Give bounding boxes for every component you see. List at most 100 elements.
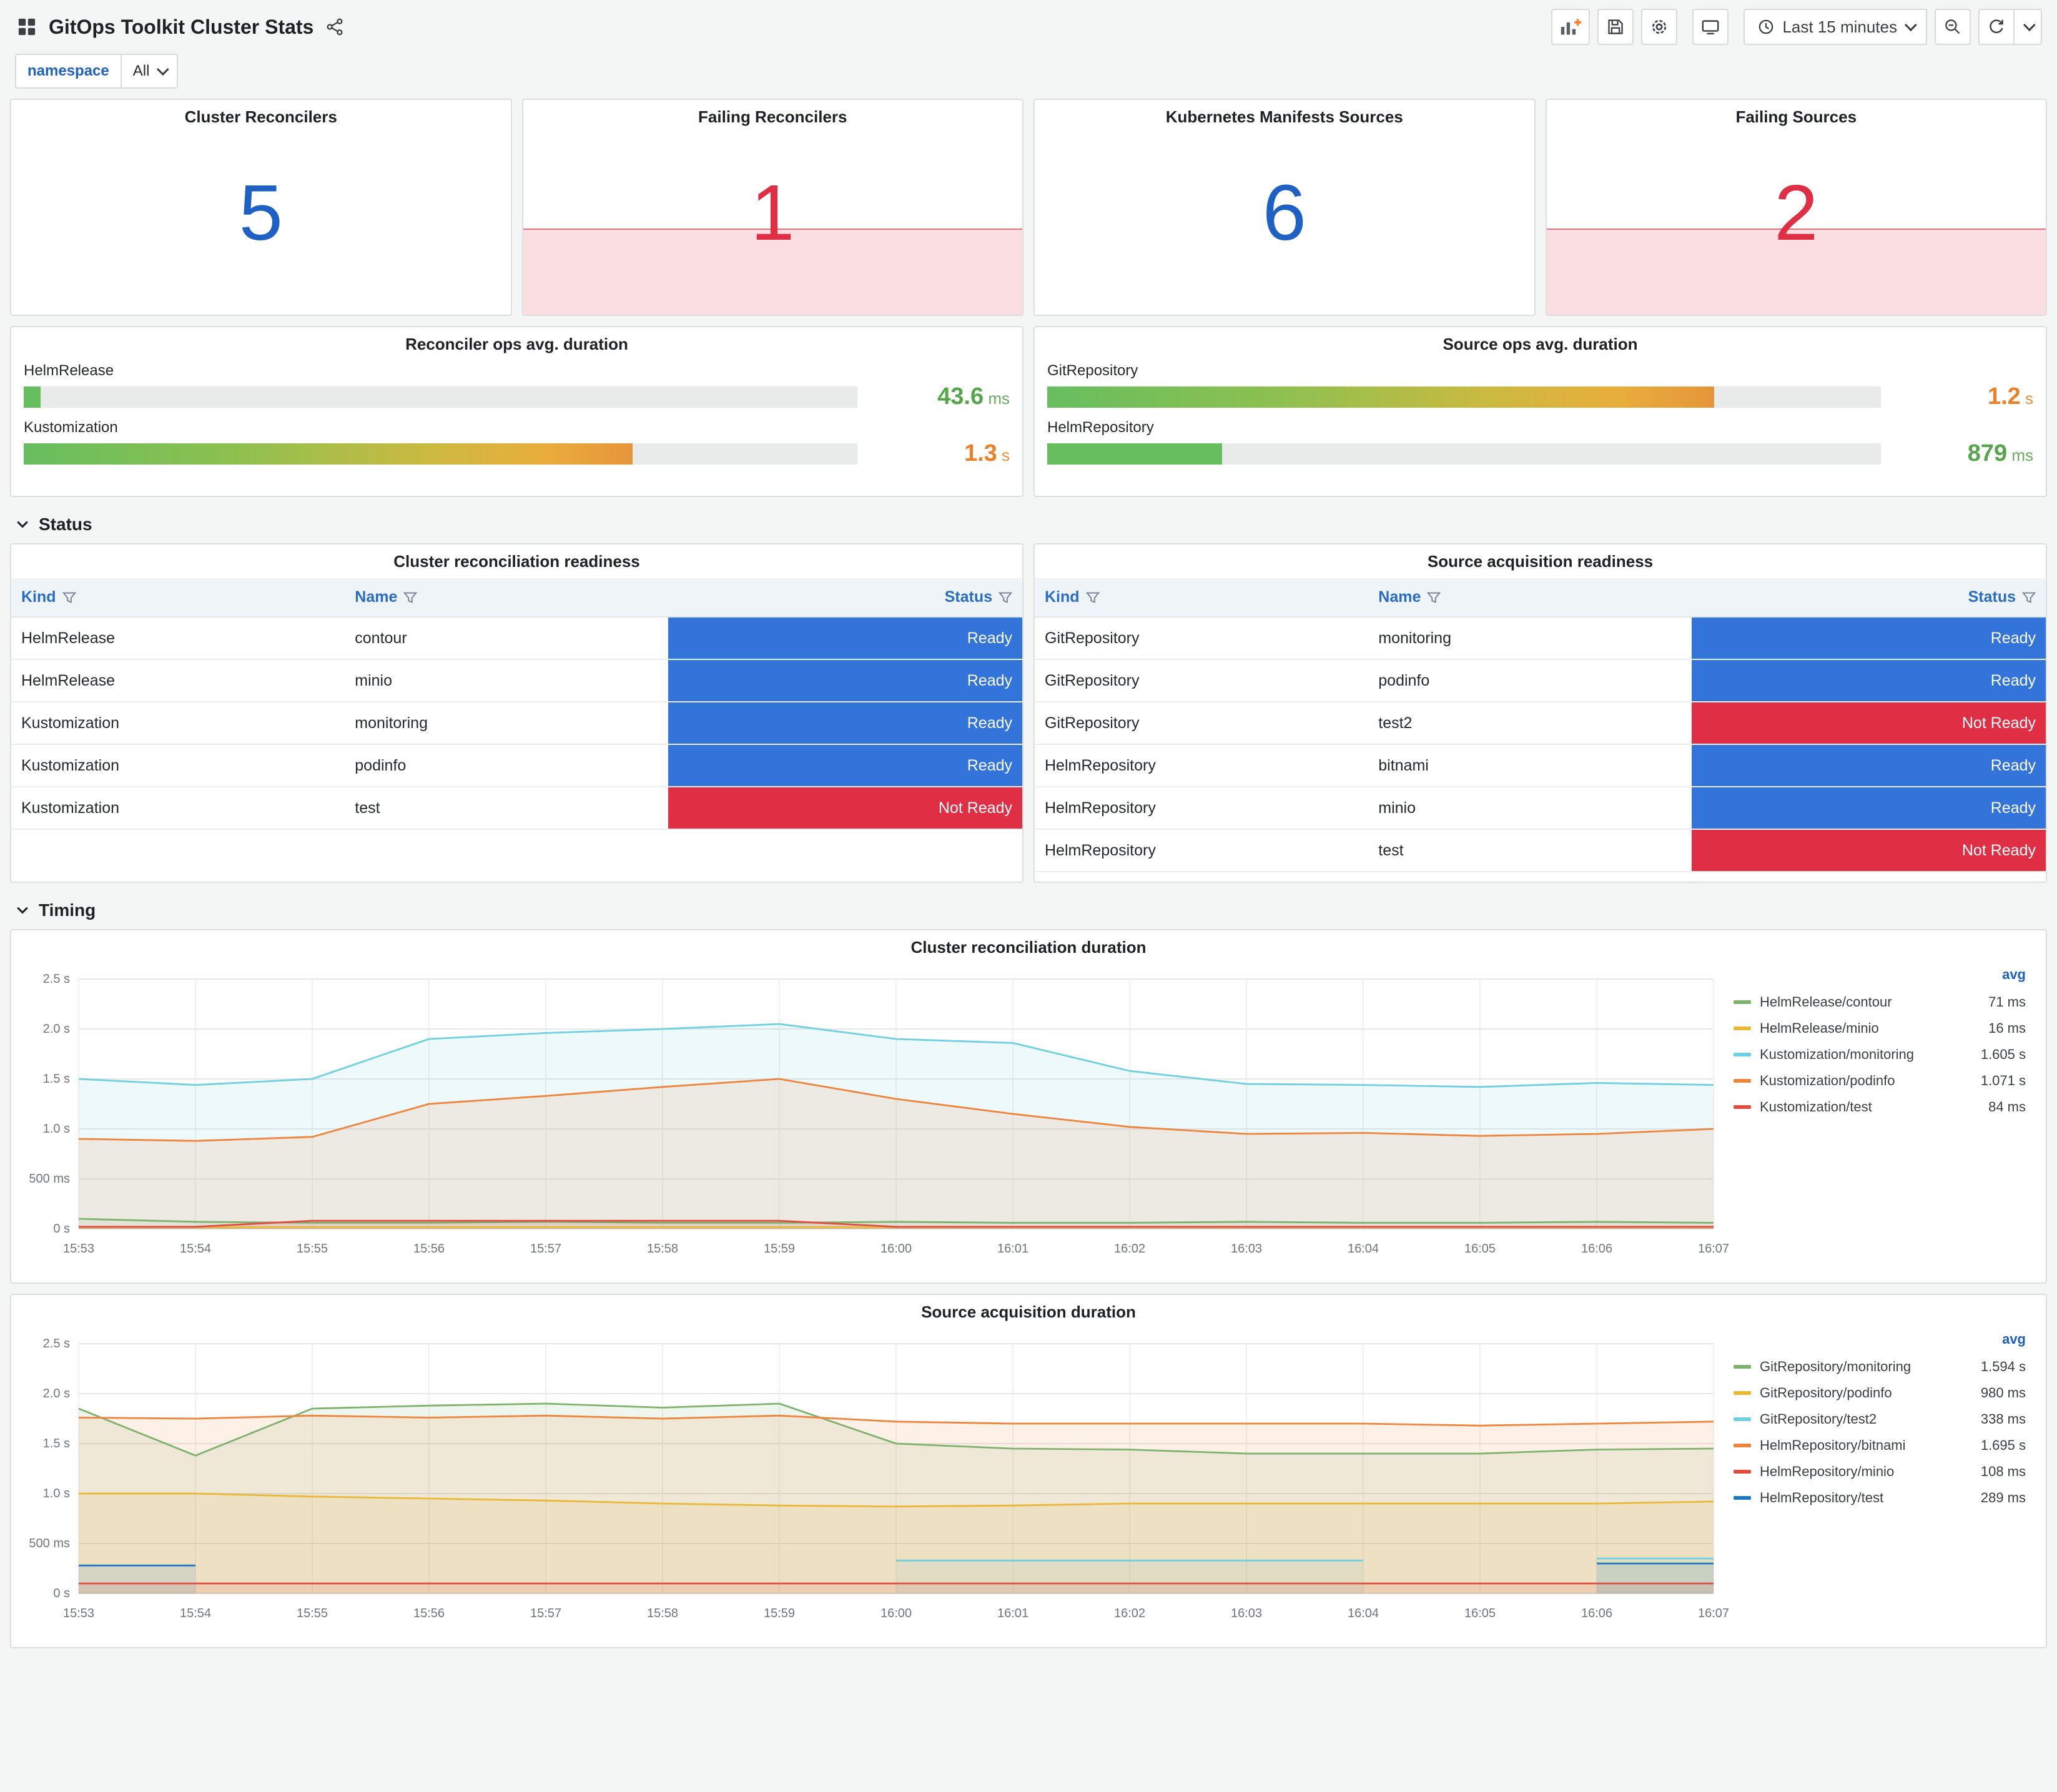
- legend-item[interactable]: Kustomization/podinfo 1.071 s: [1734, 1068, 2026, 1094]
- gauge-value: 879 ms: [1893, 440, 2033, 467]
- gauge-value-number: 43.6: [937, 383, 984, 410]
- column-header-inner: Status: [1702, 588, 2036, 606]
- zoom-out-button[interactable]: [1935, 9, 1971, 45]
- axis-tick-label: 1.0 s: [43, 1122, 70, 1136]
- column-header-label: Status: [944, 588, 992, 606]
- legend-item[interactable]: HelmRepository/minio 108 ms: [1734, 1459, 2026, 1485]
- legend-item[interactable]: HelmRelease/minio 16 ms: [1734, 1015, 2026, 1041]
- variable-namespace-value: All: [132, 62, 150, 79]
- time-series-chart[interactable]: 0 s 500 ms 1.0 s 1.5 s 2.0 s 2.5 s 15:53 15:54 1…: [16, 1329, 1729, 1633]
- time-series-chart[interactable]: 0 s 500 ms 1.0 s 1.5 s 2.0 s 2.5 s 15:53 15:54 1…: [16, 964, 1729, 1269]
- legend-series-avg: 108 ms: [1980, 1464, 2026, 1479]
- chart-svg[interactable]: 0 s 500 ms 1.0 s 1.5 s 2.0 s 2.5 s 15:53 15:54 1…: [16, 964, 1729, 1264]
- gauges-row: Reconciler ops avg. duration HelmRelease…: [0, 326, 2057, 497]
- legend-avg-header: avg: [2002, 1331, 2026, 1347]
- legend-item[interactable]: GitRepository/test2 338 ms: [1734, 1406, 2026, 1432]
- legend-item[interactable]: GitRepository/monitoring 1.594 s: [1734, 1354, 2026, 1380]
- variable-namespace-label[interactable]: namespace: [15, 54, 122, 89]
- filter-icon[interactable]: [62, 591, 76, 604]
- chart-svg[interactable]: 0 s 500 ms 1.0 s 1.5 s 2.0 s 2.5 s 15:53 15:54 1…: [16, 1329, 1729, 1628]
- gauge-value-unit: ms: [2007, 446, 2033, 465]
- status-badge: Ready: [668, 745, 1022, 785]
- column-header-label: Name: [1378, 588, 1421, 606]
- gauge-track: [24, 386, 857, 408]
- legend-series-name: GitRepository/monitoring: [1760, 1359, 1911, 1374]
- column-header-kind[interactable]: Kind: [1035, 578, 1369, 618]
- table-row: HelmRepository minio Ready: [1035, 787, 2046, 830]
- filter-icon[interactable]: [999, 591, 1012, 604]
- gauge-line: 43.6 ms: [24, 383, 1010, 410]
- apps-grid-icon[interactable]: [15, 15, 39, 39]
- column-header-name[interactable]: Name: [345, 578, 669, 618]
- axis-tick-label: 16:00: [881, 1607, 912, 1620]
- axis-tick-label: 15:56: [413, 1242, 445, 1256]
- filter-icon[interactable]: [1085, 591, 1100, 604]
- time-picker-button[interactable]: Last 15 minutes: [1744, 9, 1927, 45]
- axis-tick-label: 1.5 s: [43, 1437, 70, 1450]
- cycle-view-mode-button[interactable]: [1692, 9, 1729, 45]
- legend-item[interactable]: HelmRepository/test 289 ms: [1734, 1485, 2026, 1511]
- save-dashboard-button[interactable]: [1597, 9, 1634, 45]
- legend-color-dash: [1734, 1053, 1751, 1056]
- variable-namespace-value-dropdown[interactable]: All: [121, 54, 179, 89]
- column-header-status[interactable]: Status: [1692, 578, 2046, 618]
- column-header-inner: Kind: [21, 588, 335, 606]
- column-header-kind[interactable]: Kind: [11, 578, 345, 618]
- cell-status: Ready: [668, 617, 1022, 660]
- stat-panel-title: Kubernetes Manifests Sources: [1165, 107, 1403, 126]
- section-header-timing[interactable]: Timing: [0, 893, 2057, 929]
- refresh-interval-button[interactable]: [2015, 9, 2042, 45]
- legend-item[interactable]: HelmRepository/bitnami 1.695 s: [1734, 1432, 2026, 1459]
- gauge-value-unit: s: [997, 446, 1010, 465]
- column-header-inner: Kind: [1045, 588, 1358, 606]
- cell-name: test2: [1368, 702, 1692, 745]
- column-header-label: Kind: [21, 588, 56, 606]
- status-badge: Not Ready: [1692, 830, 2046, 870]
- gauge-value-number: 879: [1967, 440, 2008, 466]
- legend-color-dash: [1734, 1417, 1751, 1421]
- share-icon[interactable]: [323, 16, 346, 38]
- stat-value: 1: [751, 169, 795, 257]
- legend-color-dash: [1734, 1391, 1751, 1395]
- legend-series-avg: 1.695 s: [1980, 1437, 2026, 1453]
- cell-kind: Kustomization: [11, 744, 345, 787]
- gauge-label: HelmRepository: [1047, 419, 1154, 436]
- dashboard-settings-button[interactable]: [1641, 9, 1678, 45]
- section-header-status[interactable]: Status: [0, 507, 2057, 543]
- panel-cluster-reconciliation-duration: Cluster reconciliation duration 0 s 500 m…: [10, 929, 2047, 1284]
- cell-status: Ready: [1692, 617, 2046, 660]
- stat-value: 5: [239, 169, 283, 257]
- gauge-line: 1.2 s: [1047, 383, 2033, 410]
- filter-icon[interactable]: [403, 591, 418, 604]
- axis-tick-label: 16:03: [1231, 1242, 1262, 1256]
- legend-item[interactable]: Kustomization/test 84 ms: [1734, 1094, 2026, 1120]
- legend-item[interactable]: Kustomization/monitoring 1.605 s: [1734, 1041, 2026, 1068]
- axis-tick-label: 15:55: [297, 1607, 328, 1620]
- add-panel-button[interactable]: [1551, 9, 1591, 45]
- status-badge: Ready: [1692, 745, 2046, 785]
- stat-panel: Cluster Reconcilers 5: [10, 99, 512, 316]
- column-header-status[interactable]: Status: [668, 578, 1022, 618]
- panel-source-acquisition-readiness: Source acquisition readiness Kind Name Sta…: [1033, 543, 2047, 883]
- chevron-down-icon: [1904, 19, 1917, 32]
- filter-icon[interactable]: [1427, 591, 1441, 604]
- section-label: Timing: [39, 900, 96, 920]
- chart-legend: avg HelmRelease/contour 71 ms HelmRelease/m…: [1729, 964, 2041, 1269]
- legend-series-avg: 1.594 s: [1980, 1359, 2026, 1374]
- legend-series-avg: 338 ms: [1980, 1411, 2026, 1427]
- panel-source-ops-duration: Source ops avg. duration GitRepository 1.…: [1033, 326, 2047, 497]
- gauge-line: 879 ms: [1047, 440, 2033, 467]
- axis-tick-label: 0 s: [53, 1222, 70, 1236]
- axis-tick-label: 16:07: [1698, 1242, 1729, 1256]
- cell-name: minio: [1368, 787, 1692, 830]
- refresh-button[interactable]: [1978, 9, 2015, 45]
- legend-item[interactable]: GitRepository/podinfo 980 ms: [1734, 1380, 2026, 1406]
- legend-item[interactable]: HelmRelease/contour 71 ms: [1734, 989, 2026, 1015]
- readiness-table: Kind Name Status HelmRelease contour Ready He…: [11, 578, 1022, 830]
- series-area: [79, 1583, 1714, 1593]
- panel-source-acquisition-duration: Source acquisition duration 0 s 500 ms 1.0…: [10, 1294, 2047, 1648]
- panel-reconciler-ops-duration: Reconciler ops avg. duration HelmRelease…: [10, 326, 1024, 497]
- axis-tick-label: 15:59: [764, 1242, 795, 1256]
- filter-icon[interactable]: [2022, 591, 2036, 604]
- column-header-name[interactable]: Name: [1368, 578, 1692, 618]
